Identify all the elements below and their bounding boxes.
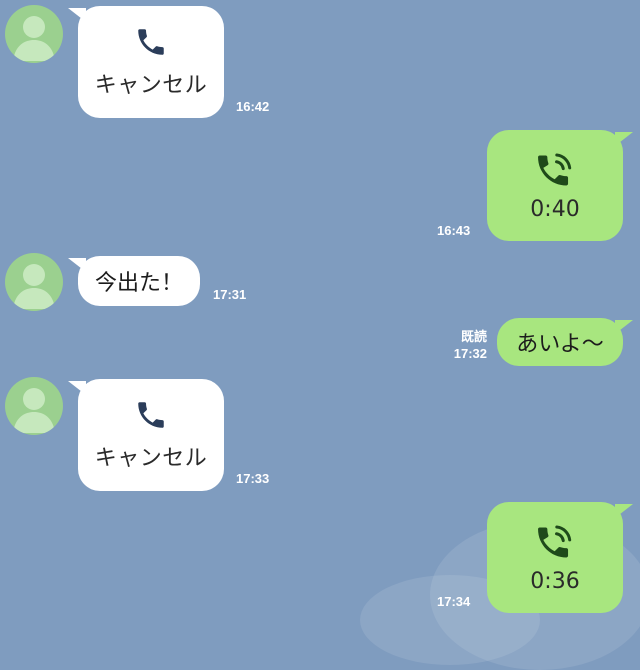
avatar[interactable] [5, 5, 63, 63]
avatar[interactable] [5, 253, 63, 311]
message-bubble[interactable]: あいよ〜 [497, 318, 633, 366]
person-icon [13, 16, 55, 61]
message-timestamp: 17:34 [437, 594, 471, 609]
call-status-label: キャンセル [94, 73, 208, 98]
phone-icon [138, 402, 164, 428]
bubble-tail [615, 504, 633, 518]
message-timestamp: 17:33 [236, 471, 270, 486]
bubble-tail [68, 381, 86, 395]
call-bubble[interactable]: 0:40 [487, 130, 633, 241]
message-text: 今出た！ [94, 271, 183, 296]
bubble-tail [615, 132, 633, 146]
phone-ringing-icon [538, 525, 572, 558]
call-duration: 0:40 [530, 197, 580, 222]
read-label: 既読 [460, 329, 487, 344]
person-icon [13, 264, 55, 309]
message-timestamp: 16:43 [437, 223, 471, 238]
bubble-tail [615, 320, 633, 334]
avatar[interactable] [5, 377, 63, 435]
message-timestamp: 17:31 [213, 287, 247, 302]
message-bubble[interactable]: 今出た！ [68, 256, 200, 306]
call-bubble[interactable]: キャンセル [68, 6, 224, 118]
call-status-label: キャンセル [94, 446, 208, 471]
call-duration: 0:36 [530, 569, 580, 594]
person-icon [13, 388, 55, 433]
call-bubble[interactable]: キャンセル [68, 379, 224, 491]
phone-ringing-icon [538, 153, 572, 186]
message-text: あいよ〜 [516, 332, 604, 357]
bubble-tail [68, 8, 86, 22]
chat-area: キャンセル 16:42 0:40 16:43 今出た！ 17:31 既読 17:… [0, 0, 640, 670]
message-timestamp: 16:42 [236, 99, 270, 114]
read-receipt: 既読 17:32 [440, 328, 487, 362]
call-bubble[interactable]: 0:36 [487, 502, 633, 613]
phone-icon [138, 29, 164, 55]
bubble-tail [68, 258, 86, 272]
message-timestamp: 17:32 [453, 346, 487, 361]
